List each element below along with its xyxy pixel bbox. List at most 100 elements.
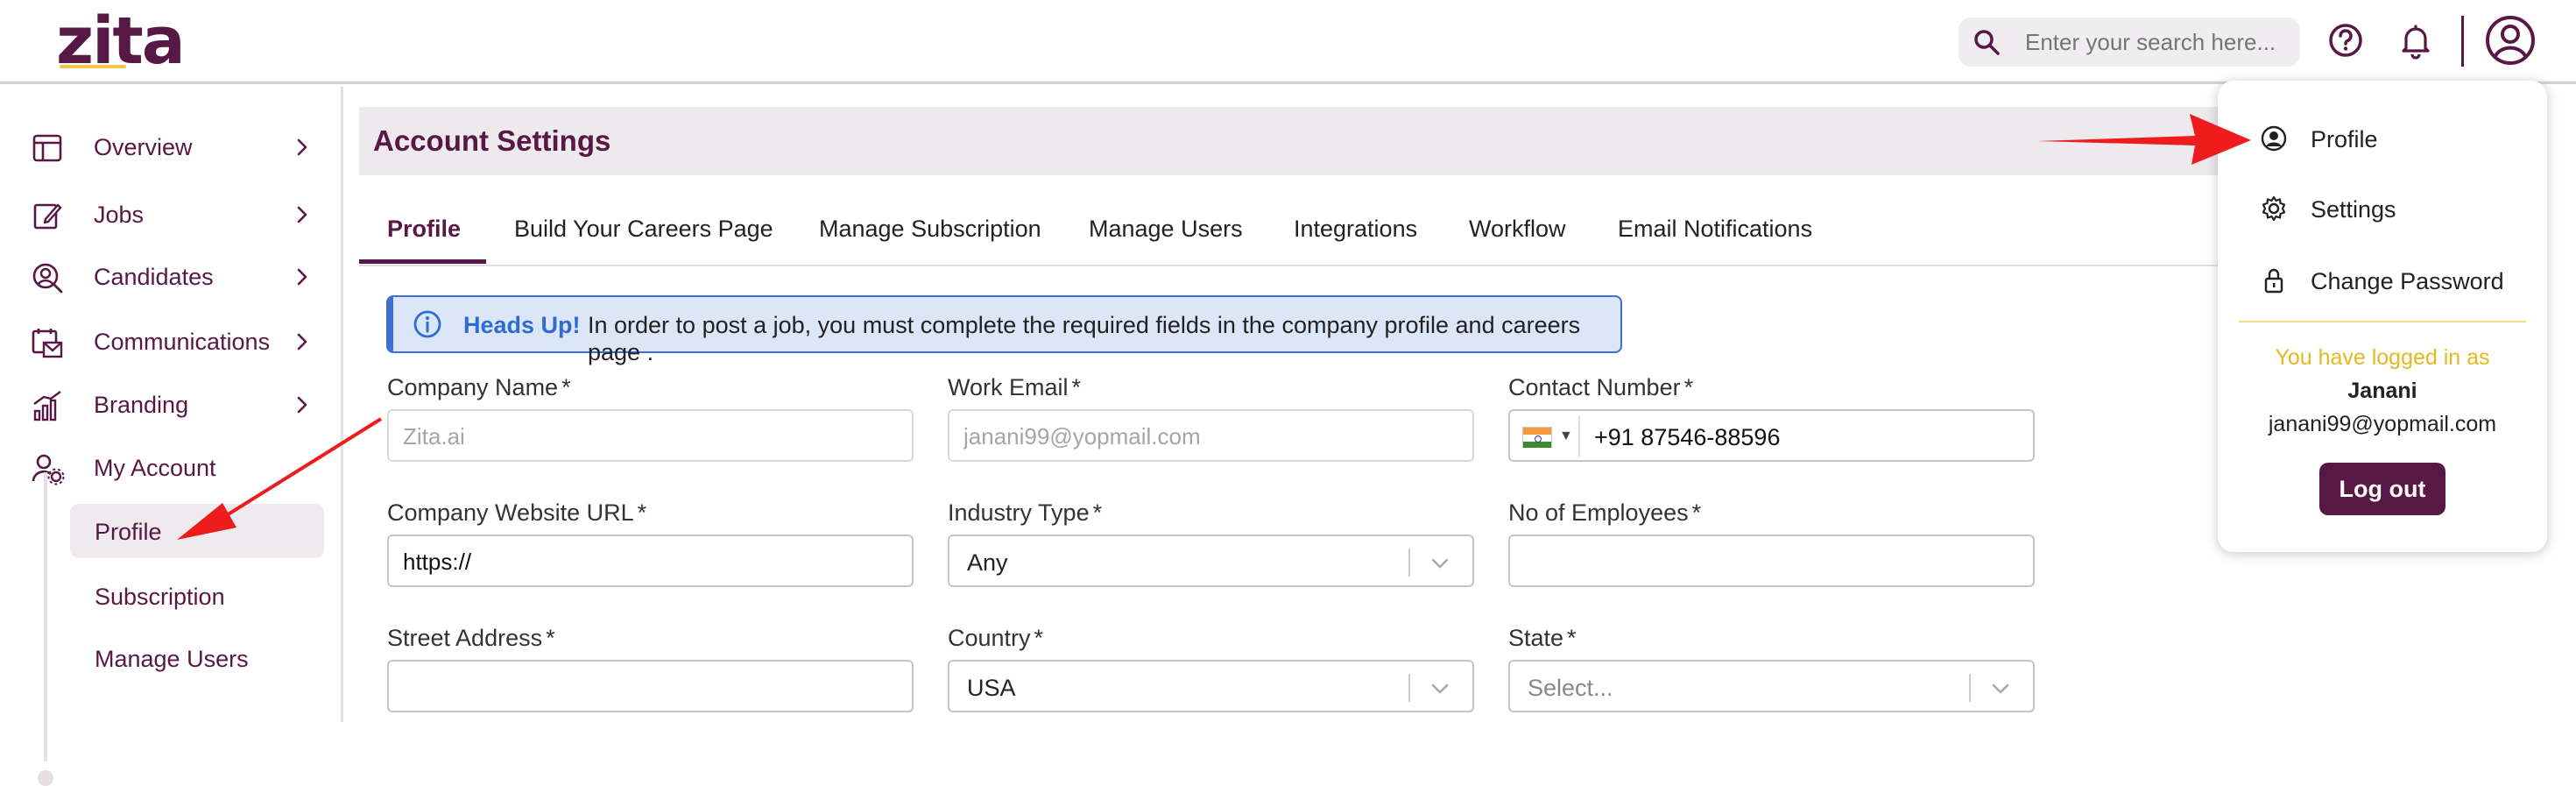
state-select[interactable]: Select... xyxy=(1508,660,2035,712)
tab-manage-users[interactable]: Manage Users xyxy=(1089,216,1243,265)
industry-type-label: Industry Type * xyxy=(948,499,1103,526)
menu-separator xyxy=(2239,321,2526,322)
industry-type-select[interactable]: Any xyxy=(948,535,1474,587)
industry-type-value: Any xyxy=(967,549,1008,576)
alert-text: In order to post a job, you must complet… xyxy=(588,312,1581,365)
street-address-label: Street Address * xyxy=(387,625,555,651)
sidebar-item-branding[interactable]: Branding xyxy=(0,378,343,430)
tab-manage-subscription[interactable]: Manage Subscription xyxy=(819,216,1041,265)
company-name-input[interactable] xyxy=(403,421,893,451)
chevron-right-icon xyxy=(297,396,307,414)
company-name-label: Company Name * xyxy=(387,374,571,400)
website-input[interactable] xyxy=(403,547,893,577)
header-divider xyxy=(2461,16,2464,67)
menu-item-profile[interactable]: Profile xyxy=(2218,109,2547,166)
india-flag-icon[interactable] xyxy=(1522,427,1552,448)
logged-in-prefix: You have logged in as xyxy=(2275,345,2490,370)
menu-item-label: Settings xyxy=(2311,196,2396,223)
top-header: zita xyxy=(0,0,2576,84)
sidebar-subitem-label: Subscription xyxy=(95,584,225,610)
user-dropdown-menu: Profile Settings Change Password You hav… xyxy=(2218,81,2547,552)
country-select[interactable]: USA xyxy=(948,660,1474,712)
employees-input[interactable] xyxy=(1524,547,2015,577)
active-tab-indicator xyxy=(359,259,486,264)
zita-logo[interactable]: zita xyxy=(56,2,186,81)
info-icon xyxy=(413,310,441,338)
account-icon xyxy=(32,454,65,485)
chevron-down-icon[interactable] xyxy=(1428,676,1452,701)
communications-icon xyxy=(32,329,63,358)
sidebar: Overview Jobs Candidates Communications xyxy=(0,87,343,786)
employees-field[interactable] xyxy=(1508,535,2035,587)
menu-item-label: Profile xyxy=(2311,126,2378,152)
sidebar-item-label: Candidates xyxy=(94,264,214,290)
sidebar-item-communications[interactable]: Communications xyxy=(0,315,343,367)
logout-button[interactable]: Log out xyxy=(2319,463,2445,515)
user-email: janani99@yopmail.com xyxy=(2268,412,2497,436)
sidebar-item-candidates[interactable]: Candidates xyxy=(0,250,343,302)
contact-number-field[interactable]: ▼ +91 87546-88596 xyxy=(1508,409,2035,462)
bell-icon[interactable] xyxy=(2395,19,2437,61)
street-address-input[interactable] xyxy=(403,672,893,702)
sidebar-item-jobs[interactable]: Jobs xyxy=(0,188,343,240)
menu-item-change-password[interactable]: Change Password xyxy=(2218,251,2547,308)
work-email-field[interactable] xyxy=(948,409,1474,462)
country-code-caret-icon[interactable]: ▼ xyxy=(1559,428,1573,444)
company-name-field[interactable] xyxy=(387,409,914,462)
work-email-input[interactable] xyxy=(963,421,1454,451)
select-divider xyxy=(1408,674,1410,702)
lock-icon xyxy=(2264,268,2283,294)
menu-item-settings[interactable]: Settings xyxy=(2218,179,2547,237)
tab-workflow[interactable]: Workflow xyxy=(1469,216,1566,265)
gear-icon xyxy=(2262,195,2286,222)
tab-integrations[interactable]: Integrations xyxy=(1294,216,1417,265)
chevron-down-icon[interactable] xyxy=(1988,676,2013,701)
menu-item-label: Change Password xyxy=(2311,268,2504,294)
state-label: State * xyxy=(1508,625,1577,651)
country-value: USA xyxy=(967,675,1016,701)
jobs-icon xyxy=(33,203,62,230)
select-divider xyxy=(1408,549,1410,577)
submenu-tree-dot xyxy=(38,770,53,786)
chevron-right-icon xyxy=(297,333,307,351)
work-email-label: Work Email * xyxy=(948,374,1082,400)
settings-tabs: Profile Build Your Careers Page Manage S… xyxy=(359,200,2286,266)
search-input[interactable] xyxy=(2025,25,2288,60)
sidebar-item-my-account[interactable]: My Account xyxy=(0,441,343,493)
tab-build-careers-page[interactable]: Build Your Careers Page xyxy=(514,216,773,265)
page-title: Account Settings xyxy=(373,124,611,157)
select-divider xyxy=(1969,674,1971,702)
chevron-right-icon xyxy=(297,138,307,156)
sidebar-subitem-label: Manage Users xyxy=(95,646,249,672)
search-icon[interactable] xyxy=(1973,28,2001,56)
website-label: Company Website URL * xyxy=(387,499,647,526)
sidebar-item-overview[interactable]: Overview xyxy=(0,120,343,173)
candidates-icon xyxy=(32,263,63,294)
sidebar-item-label: Overview xyxy=(94,134,193,160)
employees-label: No of Employees * xyxy=(1508,499,1702,526)
website-field[interactable] xyxy=(387,535,914,587)
branding-icon xyxy=(33,391,61,421)
user-circle-icon xyxy=(2261,125,2287,152)
sidebar-subitem-subscription[interactable]: Subscription xyxy=(70,569,324,623)
search-bar[interactable] xyxy=(1958,18,2300,67)
page-title-bar: Account Settings xyxy=(359,107,2286,175)
sidebar-item-label: My Account xyxy=(94,455,216,481)
phone-divider xyxy=(1578,416,1580,457)
street-address-field[interactable] xyxy=(387,660,914,712)
logo-underline xyxy=(60,65,126,68)
tab-email-notifications[interactable]: Email Notifications xyxy=(1618,216,1812,265)
chevron-down-icon[interactable] xyxy=(1428,551,1452,576)
user-name: Janani xyxy=(2347,379,2417,403)
contact-number-value[interactable]: +91 87546-88596 xyxy=(1594,424,1780,451)
sidebar-item-label: Jobs xyxy=(94,202,145,228)
user-avatar-icon[interactable] xyxy=(2484,14,2537,67)
tab-profile[interactable]: Profile xyxy=(387,216,461,265)
overview-icon xyxy=(32,134,62,162)
sidebar-subitem-profile[interactable]: Profile xyxy=(70,504,324,558)
sidebar-subitem-manage-users[interactable]: Manage Users xyxy=(70,631,324,685)
chevron-right-icon xyxy=(297,268,307,286)
alert-title: Heads Up! xyxy=(463,312,581,338)
help-icon[interactable] xyxy=(2325,19,2367,61)
sidebar-item-label: Branding xyxy=(94,392,189,418)
